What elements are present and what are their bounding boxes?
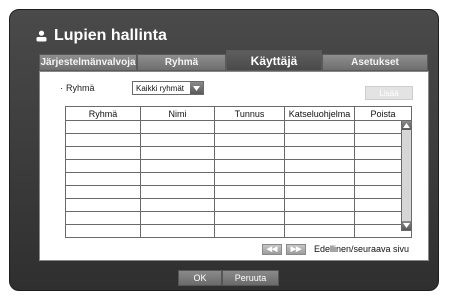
table-row[interactable] (65, 159, 412, 173)
column-header-delete: Poista (354, 106, 412, 121)
table-scrollbar[interactable] (401, 120, 412, 231)
column-header-viewer: Katseluohjelma (284, 106, 355, 121)
table-row[interactable] (65, 120, 412, 134)
group-select[interactable]: Kaikki ryhmät (132, 81, 204, 95)
user-table: Ryhmä Nimi Tunnus Katseluohjelma Poista (65, 106, 412, 238)
table-header-row: Ryhmä Nimi Tunnus Katseluohjelma Poista (65, 106, 412, 121)
ok-button[interactable]: OK (178, 270, 222, 286)
next-page-button[interactable]: ▶▶ (286, 243, 306, 255)
group-filter-label-text: Ryhmä (66, 83, 95, 93)
column-header-group: Ryhmä (65, 106, 141, 121)
table-row[interactable] (65, 133, 412, 147)
pagination: ◀◀ ▶▶ Edellinen/seuraava sivu (262, 242, 409, 256)
user-panel: · Ryhmä Kaikki ryhmät Lisää Ryhmä Nimi Tu… (39, 71, 429, 261)
group-select-value: Kaikki ryhmät (136, 83, 185, 93)
add-user-button[interactable]: Lisää (365, 86, 413, 100)
chevron-down-icon[interactable] (190, 82, 203, 94)
tab-administrator[interactable]: Järjestelmänvalvoja (39, 54, 137, 71)
table-row[interactable] (65, 146, 412, 160)
bullet-icon: · (60, 83, 63, 93)
column-header-id: Tunnus (214, 106, 285, 121)
pagination-label: Edellinen/seuraava sivu (314, 244, 410, 254)
group-filter-label: · Ryhmä (60, 83, 95, 93)
previous-page-button[interactable]: ◀◀ (262, 243, 282, 255)
tab-group[interactable]: Ryhmä (137, 54, 226, 71)
scroll-up-icon[interactable] (402, 121, 411, 130)
table-row[interactable] (65, 172, 412, 186)
scroll-down-icon[interactable] (402, 221, 411, 230)
table-row[interactable] (65, 198, 412, 212)
table-row[interactable] (65, 224, 412, 238)
tab-user[interactable]: Käyttäjä (226, 50, 322, 71)
tab-settings[interactable]: Asetukset (322, 54, 428, 71)
user-icon (36, 30, 47, 42)
column-header-name: Nimi (140, 106, 215, 121)
dialog-window: Lupien hallinta Järjestelmänvalvoja Ryhm… (9, 9, 439, 291)
table-row[interactable] (65, 185, 412, 199)
cancel-button[interactable]: Peruuta (222, 270, 279, 286)
table-row[interactable] (65, 211, 412, 225)
dialog-title: Lupien hallinta (36, 25, 167, 47)
dialog-title-text: Lupien hallinta (54, 27, 167, 44)
